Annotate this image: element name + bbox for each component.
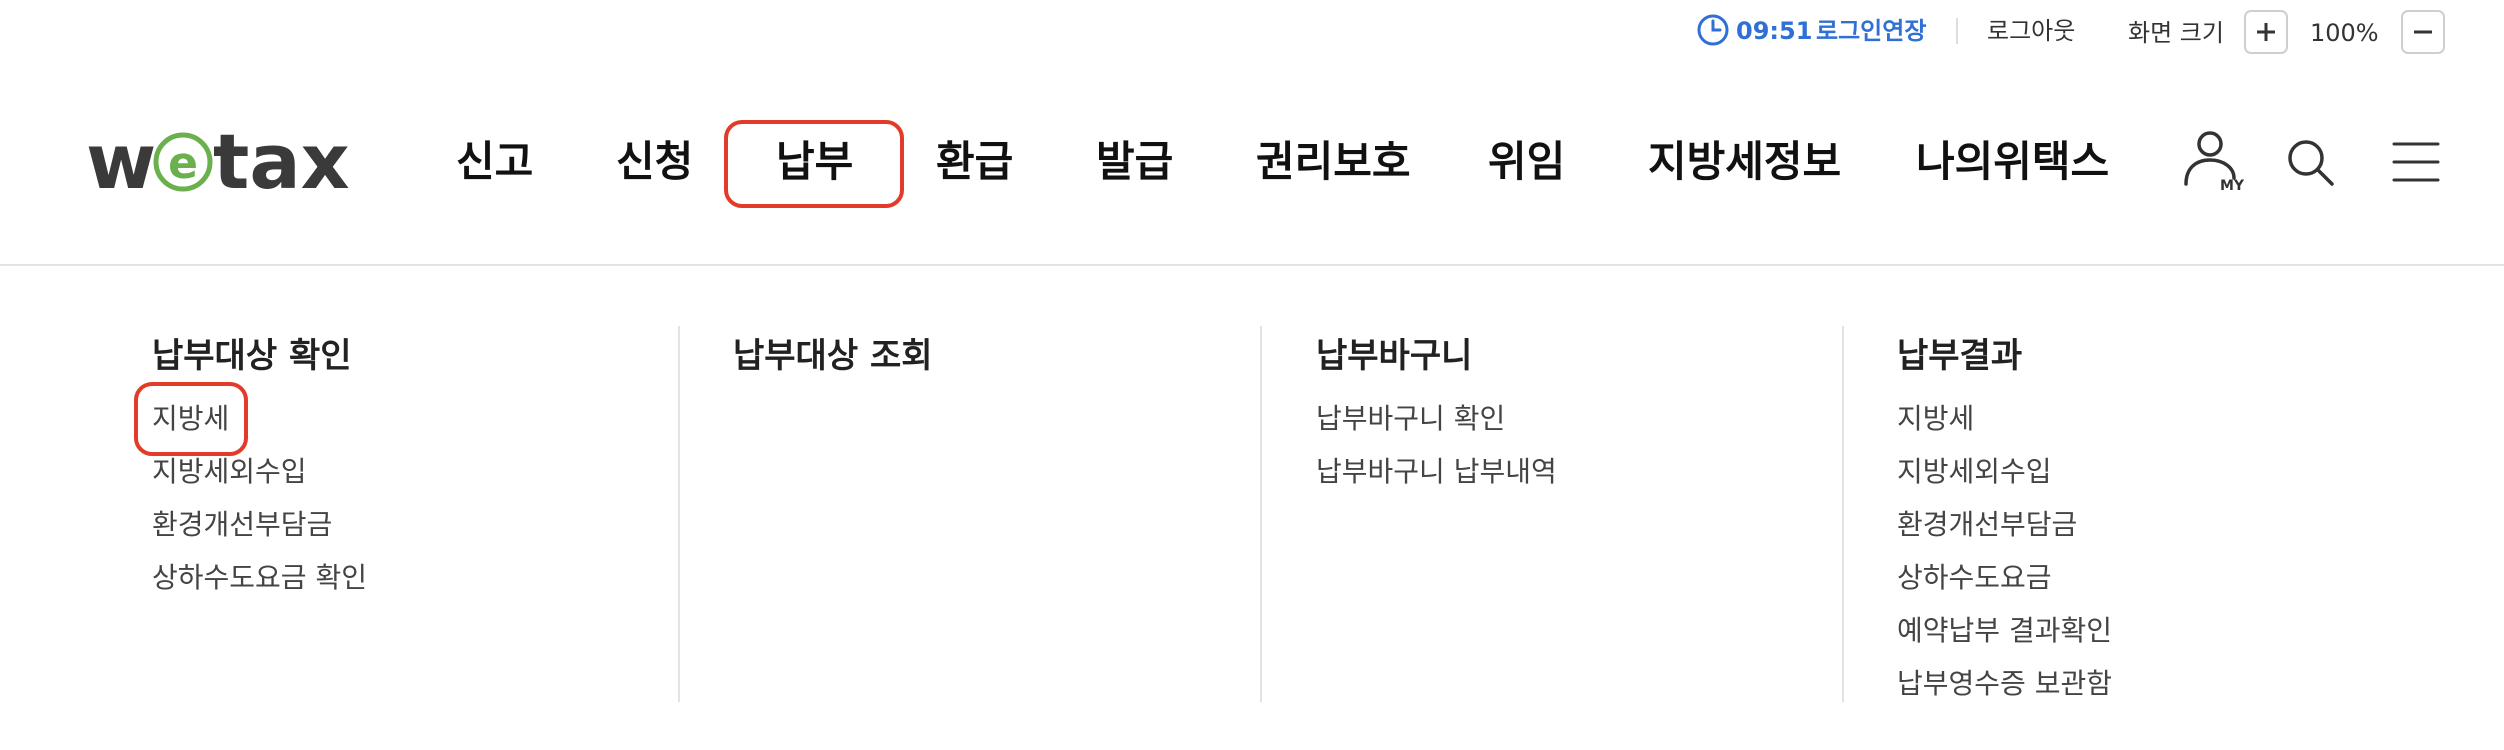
zoom-in-button[interactable] [2244, 10, 2288, 54]
column-divider [678, 326, 680, 702]
menu-icon[interactable] [2392, 140, 2440, 184]
logout-link[interactable]: 로그아웃 [1987, 14, 2075, 48]
nav-local-tax-info[interactable]: 지방세정보 [1648, 134, 1841, 190]
menu-link-water-bill-check[interactable]: 상하수도요금 확인 [152, 558, 367, 598]
svg-text:e: e [168, 138, 198, 189]
local-tax-highlight [134, 382, 248, 456]
menu-link-result-environment-charge[interactable]: 환경개선부담금 [1897, 505, 2077, 545]
minus-icon [2414, 30, 2432, 34]
menu-link-environment-charge[interactable]: 환경개선부담금 [152, 505, 332, 545]
search-icon[interactable] [2284, 136, 2336, 188]
menu-link-scheduled-payment-result[interactable]: 예약납부 결과확인 [1897, 611, 2112, 651]
extend-login-link[interactable]: 로그인연장 [1816, 14, 1926, 48]
column-divider [1842, 326, 1844, 702]
menu-link-result-water-bill[interactable]: 상하수도요금 [1897, 558, 2052, 598]
my-label: MY [2220, 178, 2244, 192]
nav-refund[interactable]: 환급 [936, 134, 1013, 190]
nav-my-wetax[interactable]: 나의위택스 [1916, 134, 2109, 190]
menu-link-non-tax-revenue[interactable]: 지방세외수입 [152, 452, 307, 492]
session-timer: 09:51 [1736, 17, 1813, 45]
nav-payment-highlight [724, 120, 904, 208]
nav-issue[interactable]: 발급 [1096, 134, 1173, 190]
menu-col-title-basket: 납부바구니 [1316, 336, 1473, 376]
menu-link-result-non-tax-revenue[interactable]: 지방세외수입 [1897, 452, 2052, 492]
menu-link-result-local-tax[interactable]: 지방세 [1897, 399, 1974, 439]
plus-icon [2257, 23, 2275, 41]
utility-bar: 09:51 로그인연장 로그아웃 화면 크기 100% [0, 0, 2504, 64]
menu-link-receipt-storage[interactable]: 납부영수증 보관함 [1897, 664, 2112, 704]
nav-delegate[interactable]: 위임 [1488, 134, 1565, 190]
wetax-logo[interactable]: w e tax [86, 116, 368, 206]
nav-report[interactable]: 신고 [456, 134, 533, 190]
menu-col-title-result: 납부결과 [1897, 336, 2023, 376]
my-page-icon[interactable]: MY [2180, 128, 2244, 192]
nav-rights[interactable]: 권리보호 [1256, 134, 1411, 190]
menu-link-basket-check[interactable]: 납부바구니 확인 [1316, 399, 1505, 439]
clock-icon [1697, 14, 1729, 46]
menu-col-title-inquiry[interactable]: 납부대상 조회 [733, 332, 933, 380]
zoom-value: 100% [2310, 19, 2379, 47]
zoom-out-button[interactable] [2401, 10, 2445, 54]
menu-link-basket-history[interactable]: 납부바구니 납부내역 [1316, 452, 1557, 492]
utility-divider [1956, 18, 1958, 44]
header-divider [0, 264, 2504, 266]
menu-col-title-check: 납부대상 확인 [152, 336, 352, 376]
svg-text:tax: tax [213, 117, 350, 206]
nav-apply[interactable]: 신청 [616, 134, 693, 190]
column-divider [1260, 326, 1262, 702]
zoom-label: 화면 크기 [2128, 19, 2224, 47]
svg-text:w: w [86, 117, 156, 206]
site-header: w e tax 신고 신청 납부 환급 발급 권리보호 위임 지방세정보 나의위… [0, 64, 2504, 264]
